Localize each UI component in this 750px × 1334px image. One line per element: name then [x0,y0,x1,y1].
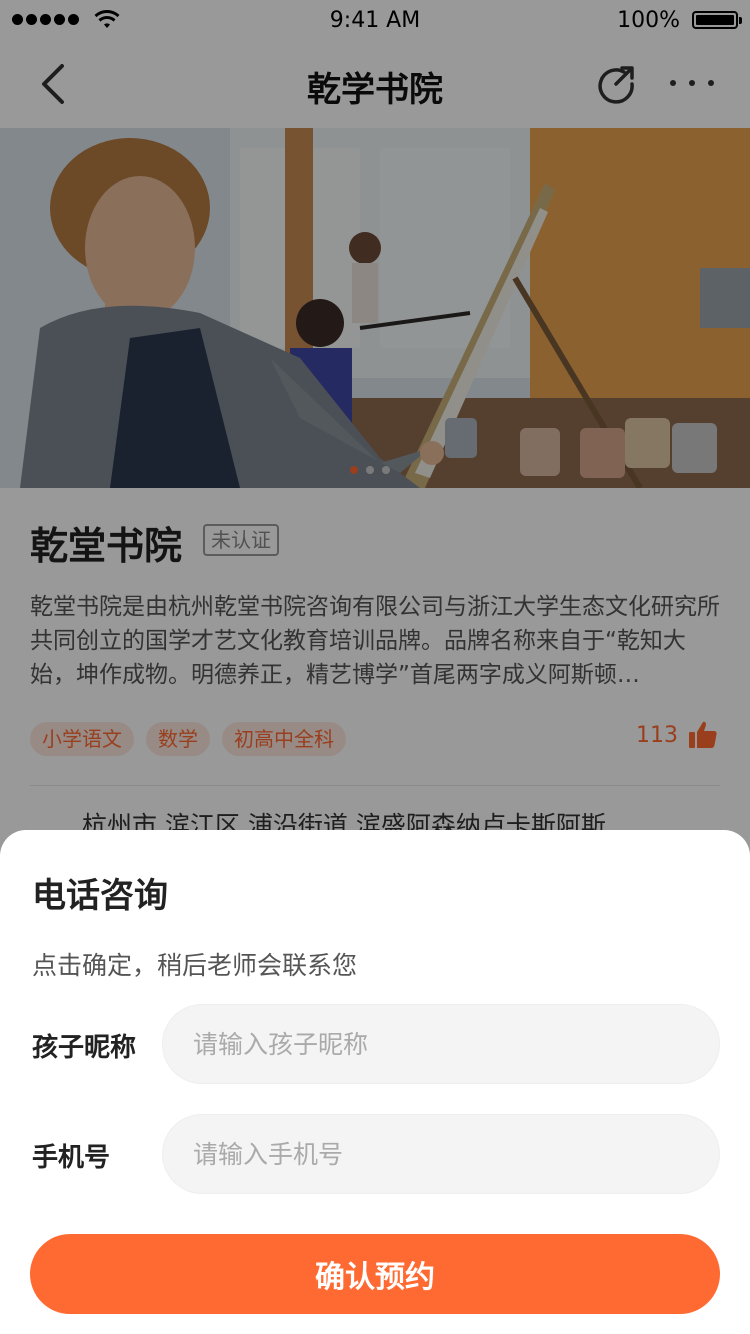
child-nickname-input[interactable] [162,1004,720,1084]
phone-label: 手机号 [32,1143,111,1173]
sheet-title: 电话咨询 [32,876,168,916]
confirm-booking-button[interactable]: 确认预约 [30,1234,720,1314]
child-nickname-label: 孩子昵称 [32,1033,137,1063]
consultation-sheet: 电话咨询 点击确定，稍后老师会联系您 孩子昵称 手机号 确认预约 [0,830,750,1334]
sheet-subtitle: 点击确定，稍后老师会联系您 [32,951,358,980]
phone-input[interactable] [162,1114,720,1194]
